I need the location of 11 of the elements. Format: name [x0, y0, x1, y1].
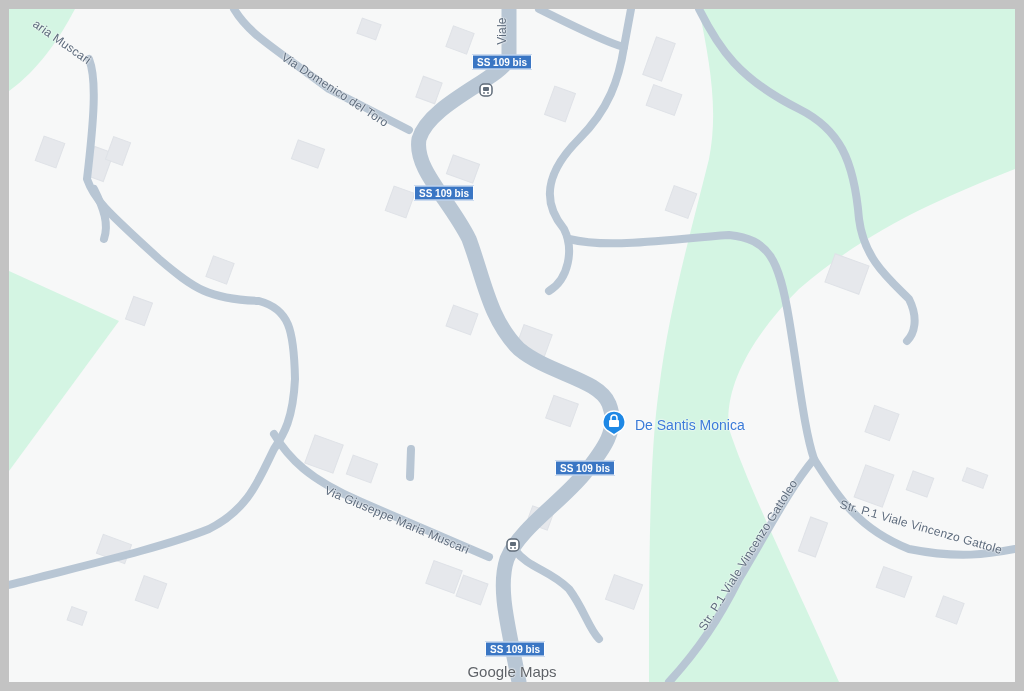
bus-stop-icon[interactable] [506, 538, 520, 552]
route-shield: SS 109 bis [472, 54, 532, 70]
route-shield: SS 109 bis [485, 641, 545, 657]
map-attribution: Google Maps [467, 663, 557, 680]
building [66, 606, 88, 626]
route-shield: SS 109 bis [555, 460, 615, 476]
route-shield: SS 109 bis [414, 185, 474, 201]
bus-stop-icon[interactable] [479, 83, 493, 97]
place-label[interactable]: De Santis Monica [635, 417, 745, 433]
shopping-bag-pin-icon[interactable] [602, 410, 626, 436]
street-label: Viale [495, 17, 509, 45]
